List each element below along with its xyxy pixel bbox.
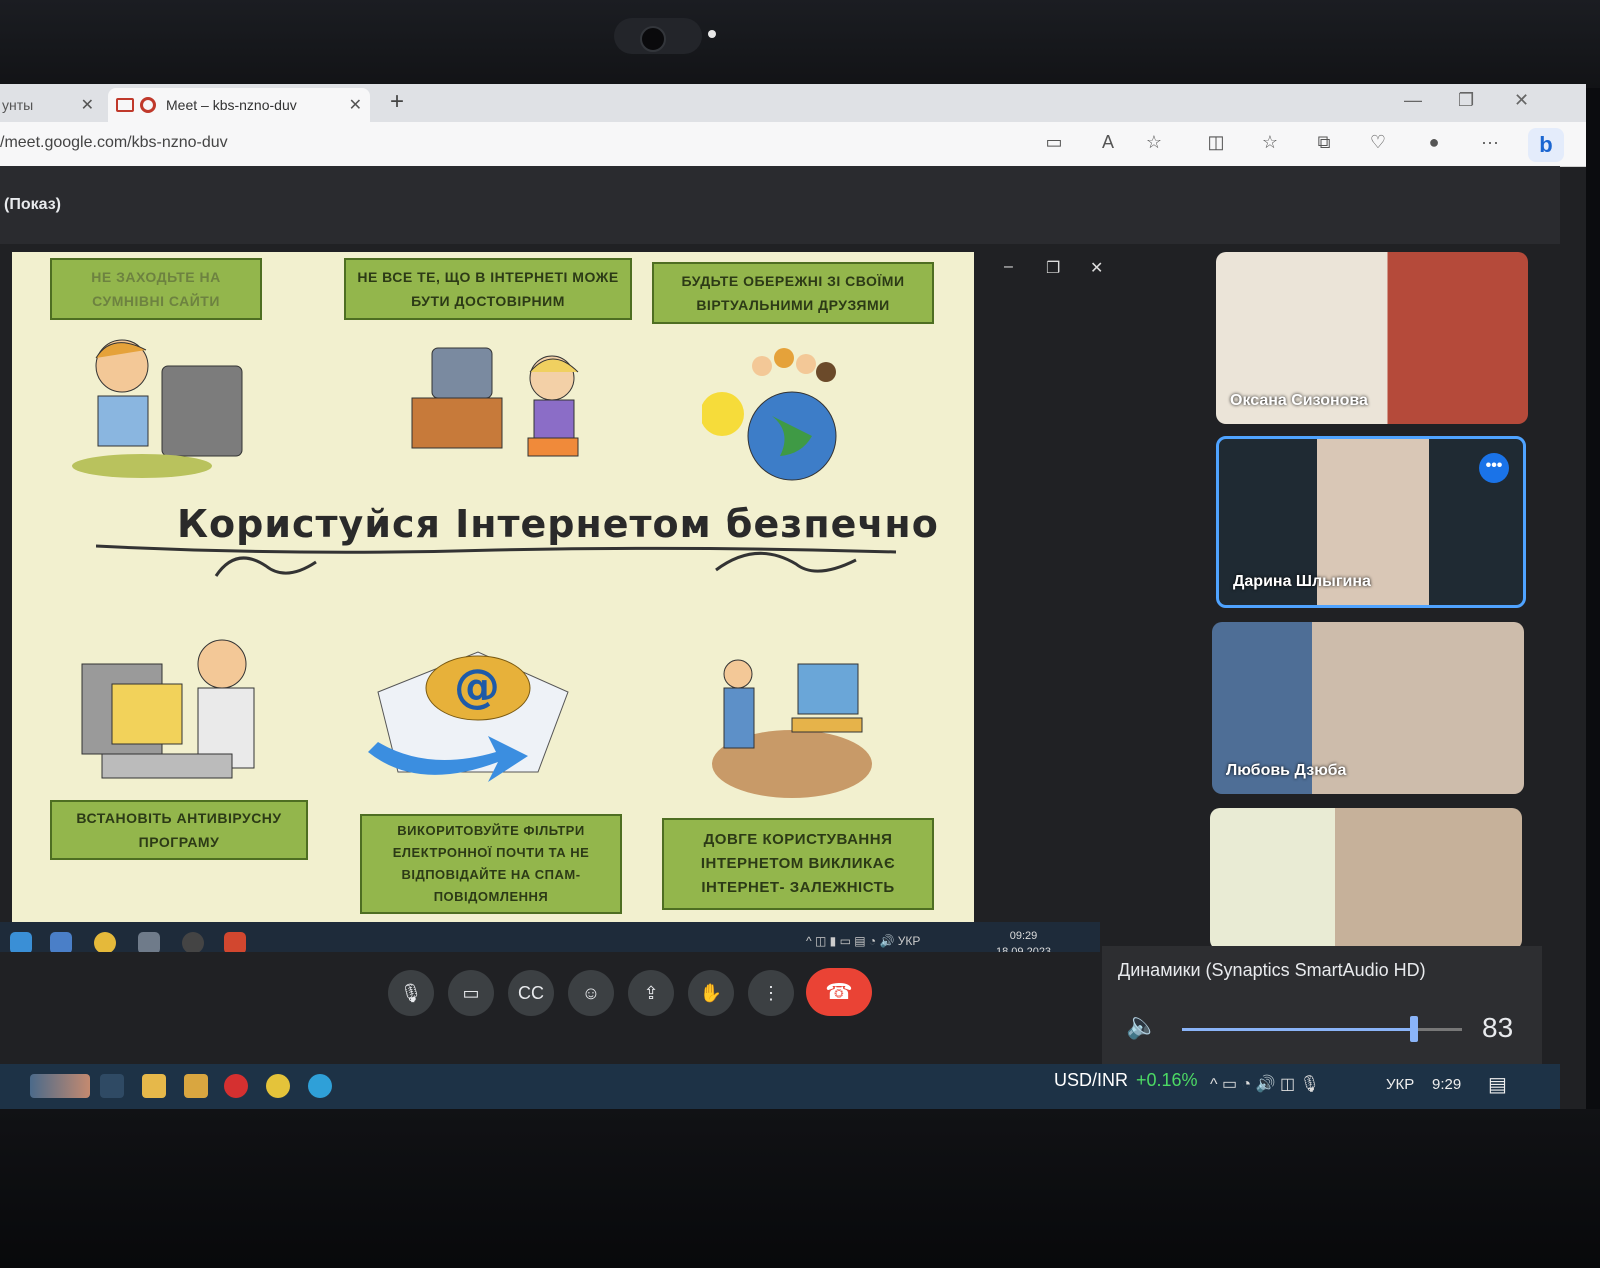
end-call-button[interactable]: ☎ <box>806 968 872 1016</box>
slide-caption-4: ВСТАНОВІТЬ АНТИВІРУСНУ ПРОГРАМУ <box>50 800 308 860</box>
restore-icon[interactable]: ❐ <box>1046 258 1060 278</box>
close-icon[interactable]: ✕ <box>349 95 362 115</box>
volume-value: 83 <box>1482 1012 1514 1043</box>
taskbar-clock[interactable]: 9:29 <box>1432 1076 1461 1093</box>
screen: унты ✕ Meet – kbs-nzno-duv ✕ + — ❐ ✕ /me… <box>0 84 1586 1109</box>
participant-tile[interactable]: Оксана Сизонова <box>1216 252 1528 424</box>
browser-essentials-icon[interactable]: ♡ <box>1364 132 1392 156</box>
bing-copilot-icon[interactable]: b <box>1528 128 1564 162</box>
computer-girl-illustration <box>411 347 579 457</box>
ticker-symbol: USD/INR <box>1054 1070 1129 1090</box>
raise-hand-icon[interactable]: ✋ <box>688 970 734 1016</box>
slide-caption-2: НЕ ВСЕ ТЕ, ЩО В ІНТЕРНЕТІ МОЖЕ БУТИ ДОСТ… <box>344 258 632 320</box>
close-window-icon[interactable]: ✕ <box>1514 90 1529 111</box>
media-player-icon <box>182 932 204 954</box>
doctor-computer-illustration <box>81 639 255 779</box>
store-icon[interactable] <box>184 1074 208 1098</box>
camera-icon[interactable]: ▭ <box>1040 132 1068 156</box>
participant-tile[interactable]: Любовь Дзюба <box>1212 622 1524 794</box>
audio-device-panel: Динамики (Synaptics SmartAudio HD) 🔈 83 <box>1102 946 1542 1066</box>
slide-caption-1: НЕ ЗАХОДЬТЕ НА СУМНІВНІ САЙТИ <box>50 258 262 320</box>
close-icon[interactable]: ✕ <box>81 95 94 115</box>
notifications-icon[interactable]: ▤ <box>1488 1072 1507 1097</box>
chrome-icon <box>94 932 116 954</box>
app-icon <box>10 932 32 954</box>
cast-icon <box>116 98 134 112</box>
minimize-icon[interactable]: – <box>1004 258 1013 276</box>
participant-name: Любовь Дзюба <box>1226 762 1347 779</box>
chrome-icon[interactable] <box>266 1074 290 1098</box>
close-icon[interactable]: ✕ <box>1090 258 1103 278</box>
profile-icon[interactable]: ● <box>1420 132 1448 156</box>
slide-caption-6: ДОВГЕ КОРИСТУВАННЯ ІНТЕРНЕТОМ ВИКЛИКАЄ І… <box>662 818 934 910</box>
svg-text:@: @ <box>454 659 500 713</box>
language-indicator[interactable]: УКР <box>1386 1076 1414 1093</box>
presenter-time: 09:29 <box>1009 930 1038 942</box>
participant-name: Оксана Сизонова <box>1230 392 1368 409</box>
edge-icon[interactable] <box>308 1074 332 1098</box>
minimize-icon[interactable]: — <box>1404 90 1422 111</box>
globe-children-illustration <box>702 348 837 481</box>
meet-controls: 🎙 ▭ CC ☺ ⇪ ✋ ⋮ ☎ <box>0 952 1100 1032</box>
opera-icon[interactable] <box>224 1074 248 1098</box>
laptop-bezel-top <box>0 0 1600 88</box>
app-icon <box>50 932 72 954</box>
mother-computer-illustration <box>712 659 872 798</box>
app-icon <box>138 932 160 954</box>
favorite-star-icon[interactable]: ☆ <box>1140 132 1168 156</box>
powerpoint-icon <box>224 932 246 954</box>
stock-ticker[interactable]: USD/INR +0.16% <box>1054 1070 1198 1091</box>
search-thumbnail[interactable] <box>30 1074 90 1098</box>
slide-title: Користуйся Інтернетом безпечно <box>177 502 939 546</box>
browser-tab-inactive[interactable]: унты ✕ <box>0 88 102 122</box>
audio-device-label: Динамики (Synaptics SmartAudio HD) <box>1118 960 1426 980</box>
browser-tab-meet[interactable]: Meet – kbs-nzno-duv ✕ <box>108 88 370 122</box>
browser-tabbar: унты ✕ Meet – kbs-nzno-duv ✕ + — ❐ ✕ <box>0 84 1586 122</box>
volume-thumb[interactable] <box>1410 1016 1419 1042</box>
url-field[interactable]: /meet.google.com/kbs-nzno-duv <box>0 134 228 152</box>
webcam-led <box>708 30 716 38</box>
captions-icon[interactable]: CC <box>508 970 554 1016</box>
slide-caption-3: БУДЬТЕ ОБЕРЕЖНІ ЗІ СВОЇМИ ВІРТУАЛЬНИМИ Д… <box>652 262 934 324</box>
more-icon[interactable]: ··· <box>1476 132 1504 156</box>
slide-caption-5: ВИКОРИТОВУЙТЕ ФІЛЬТРИ ЕЛЕКТРОННОЇ ПОЧТИ … <box>360 814 622 914</box>
favorites-icon[interactable]: ☆ <box>1256 132 1284 156</box>
meet-header: (Показ) <box>0 166 1560 244</box>
presenter-lang: УКР <box>897 934 921 948</box>
participant-name: Дарина Шлыгина <box>1233 573 1371 590</box>
microphone-icon[interactable]: 🎙 <box>388 970 434 1016</box>
volume-slider[interactable] <box>1182 1016 1462 1042</box>
participant-tile[interactable] <box>1210 808 1522 950</box>
speaker-icon[interactable]: 🔈 <box>1126 1010 1158 1041</box>
present-screen-icon[interactable]: ⇪ <box>628 970 674 1016</box>
tab-label: Meet – kbs-nzno-duv <box>166 97 297 113</box>
camera-icon[interactable]: ▭ <box>448 970 494 1016</box>
email-envelope-illustration: @ <box>368 651 569 782</box>
system-tray[interactable]: ^ ▭ ◔ 🔊 ◫ 🎙 <box>1210 1074 1320 1094</box>
laptop-bezel-bottom <box>0 1109 1600 1268</box>
restore-icon[interactable]: ❐ <box>1458 90 1474 111</box>
collections-icon[interactable]: ⧉ <box>1310 132 1338 156</box>
presenter-tray: ^ ◫ ▮ ▭ ▤ ◔ 🔊 УКР <box>806 934 921 948</box>
file-explorer-icon[interactable] <box>142 1074 166 1098</box>
task-view-icon[interactable] <box>100 1074 124 1098</box>
ticker-change: +0.16% <box>1136 1070 1198 1090</box>
recording-icon <box>140 97 156 113</box>
read-aloud-icon[interactable]: A <box>1094 132 1122 156</box>
tab-label: унты <box>2 97 34 113</box>
split-screen-icon[interactable]: ◫ <box>1202 132 1230 156</box>
presentation-title: (Показ) <box>4 196 61 213</box>
new-tab-icon[interactable]: + <box>390 88 404 116</box>
emoji-icon[interactable]: ☺ <box>568 970 614 1016</box>
participant-tile-active[interactable]: ••• Дарина Шлыгина <box>1216 436 1526 608</box>
more-options-icon[interactable]: ••• <box>1479 453 1509 483</box>
windows-taskbar: USD/INR +0.16% ^ ▭ ◔ 🔊 ◫ 🎙 УКР 9:29 ▤ <box>0 1064 1560 1109</box>
child-computer-illustration <box>72 339 243 478</box>
volume-fill <box>1182 1028 1415 1031</box>
presented-slide: НЕ ЗАХОДЬТЕ НА СУМНІВНІ САЙТИ НЕ ВСЕ ТЕ,… <box>12 252 974 922</box>
more-options-icon[interactable]: ⋮ <box>748 970 794 1016</box>
address-bar: /meet.google.com/kbs-nzno-duv ▭ A ☆ ◫ ☆ … <box>0 122 1586 167</box>
webcam-lens <box>640 26 666 52</box>
